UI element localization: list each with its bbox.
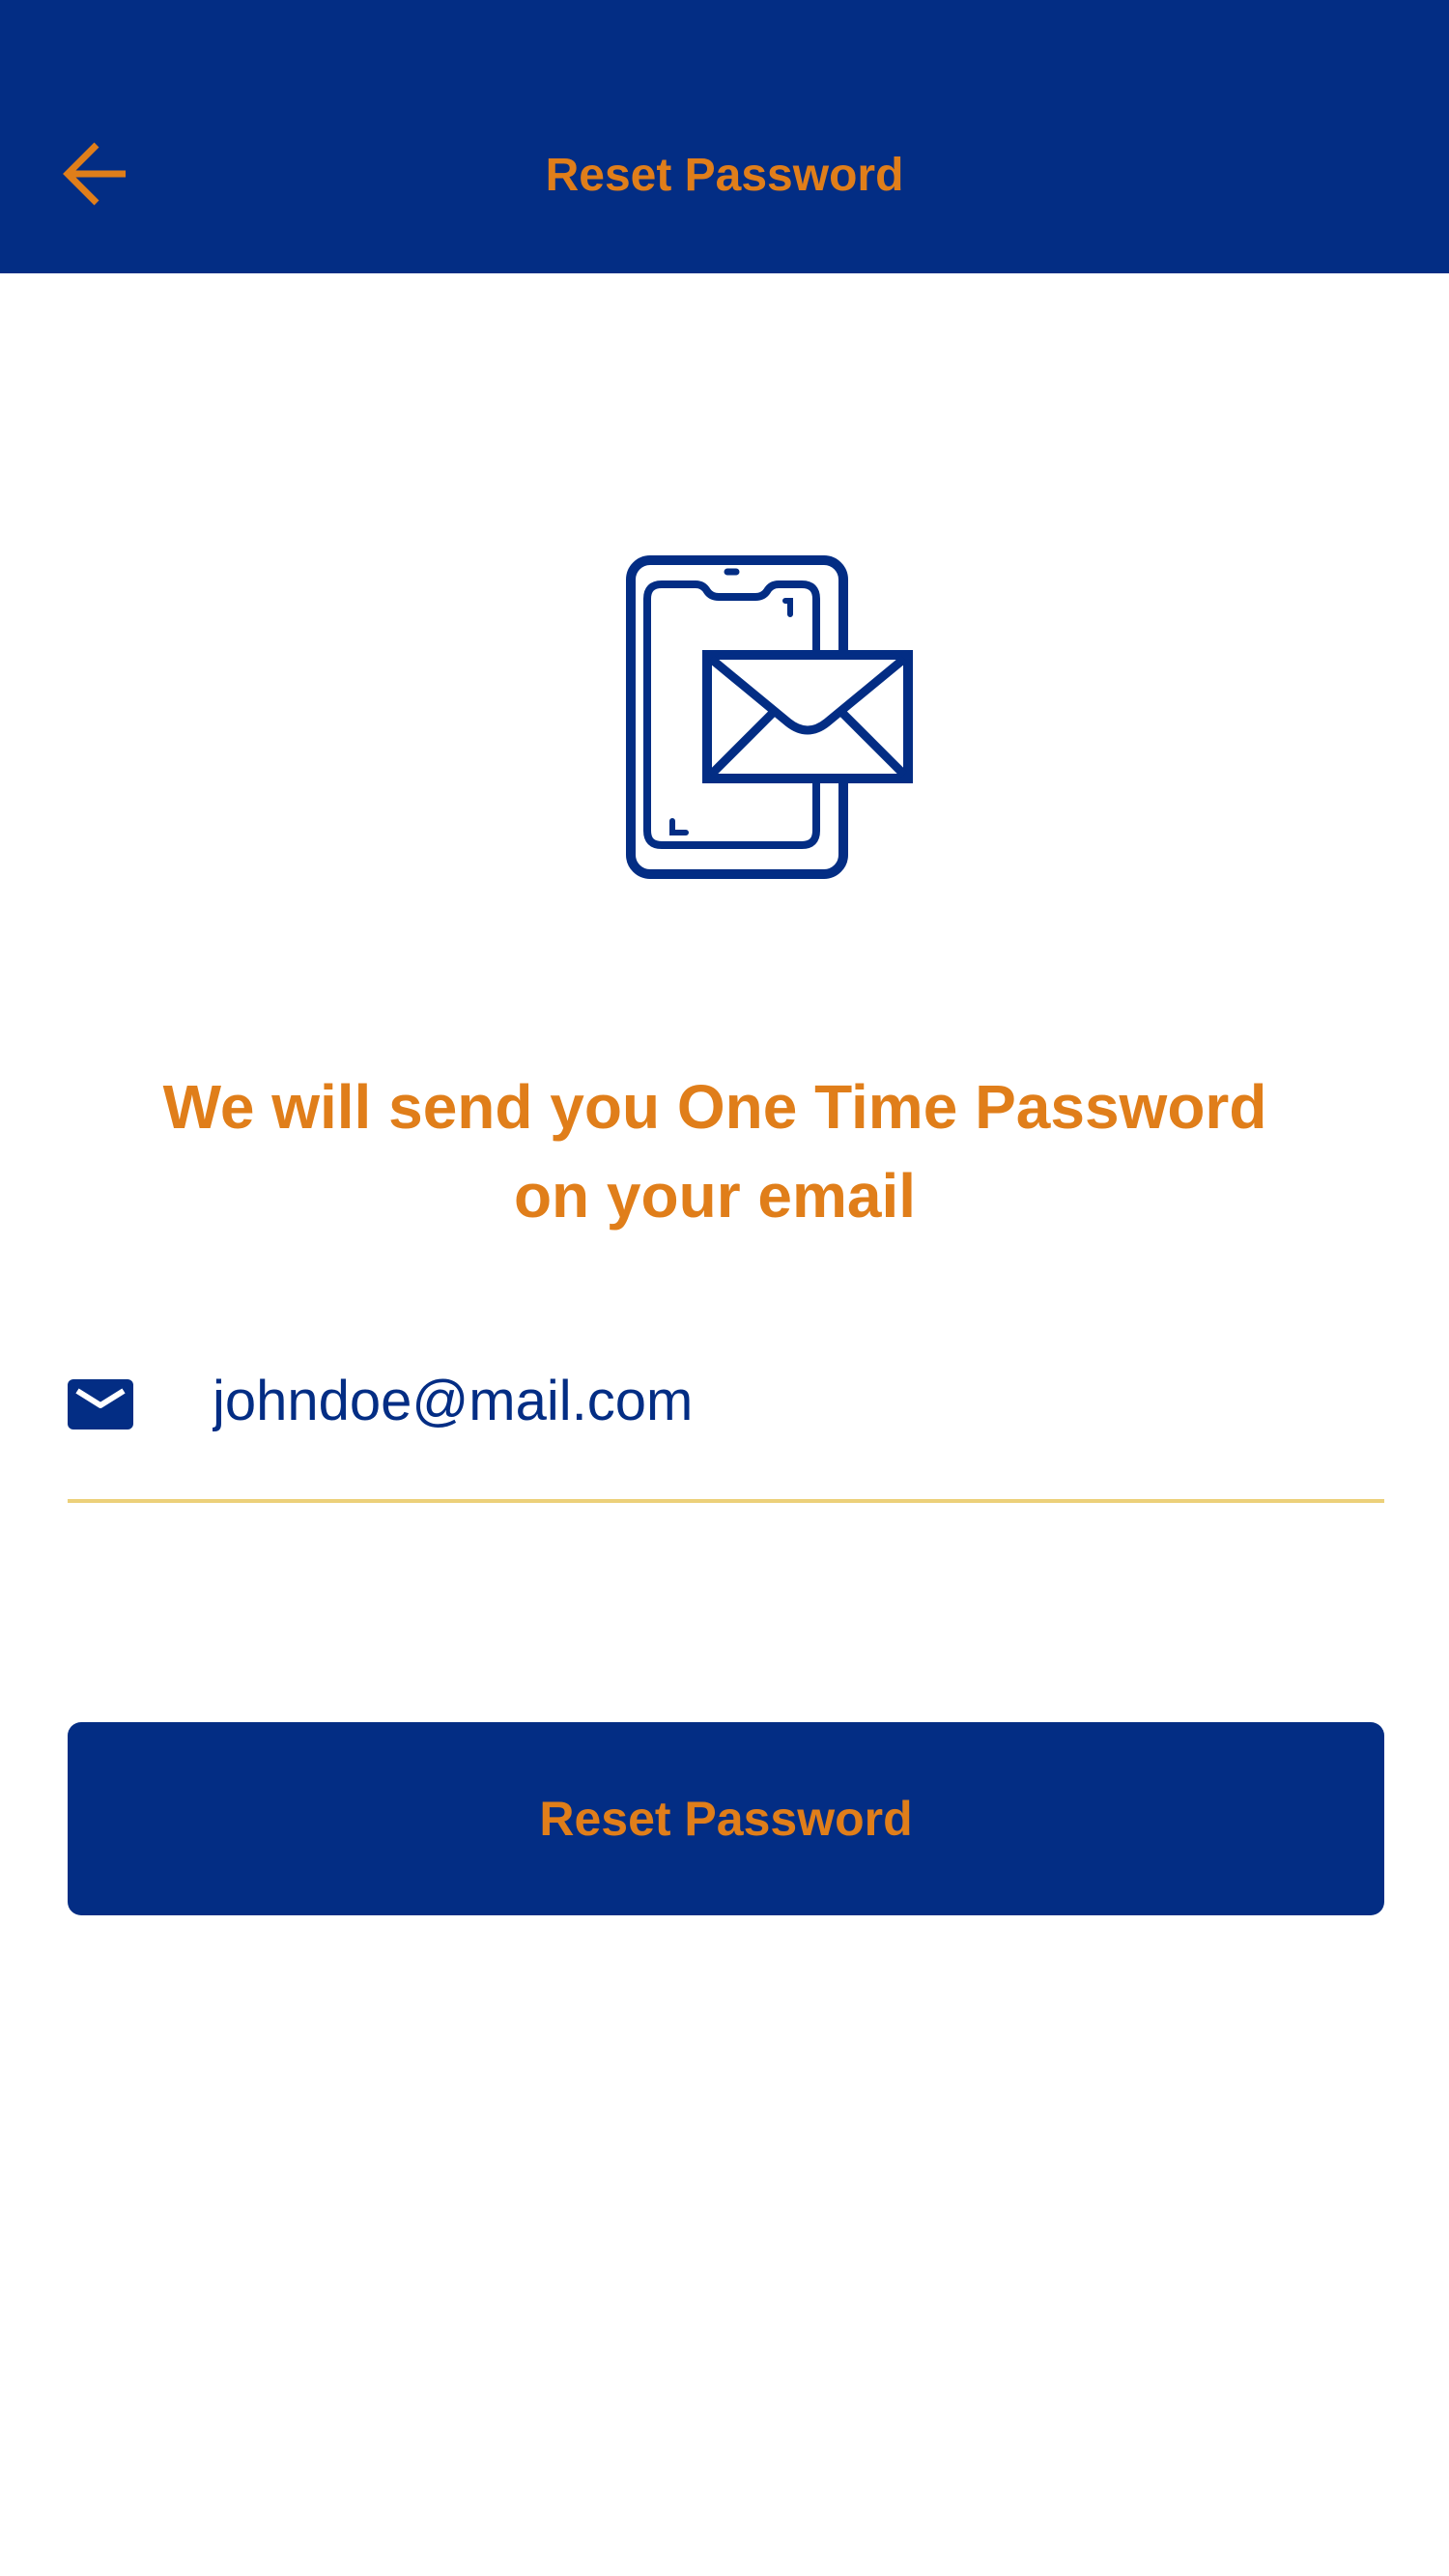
reset-password-screen: Reset Password We will send you One Time… (0, 0, 1449, 2576)
app-bar: Reset Password (0, 0, 1449, 273)
reset-password-button[interactable]: Reset Password (68, 1722, 1384, 1915)
email-field (68, 1352, 1384, 1503)
email-input[interactable] (213, 1352, 1372, 1449)
page-title: Reset Password (545, 150, 904, 201)
phone-with-envelope-icon (618, 551, 918, 884)
mail-icon (68, 1379, 133, 1430)
email-underline (68, 1499, 1384, 1503)
otp-instruction-text: We will send you One Time Password on yo… (162, 1072, 1267, 1231)
